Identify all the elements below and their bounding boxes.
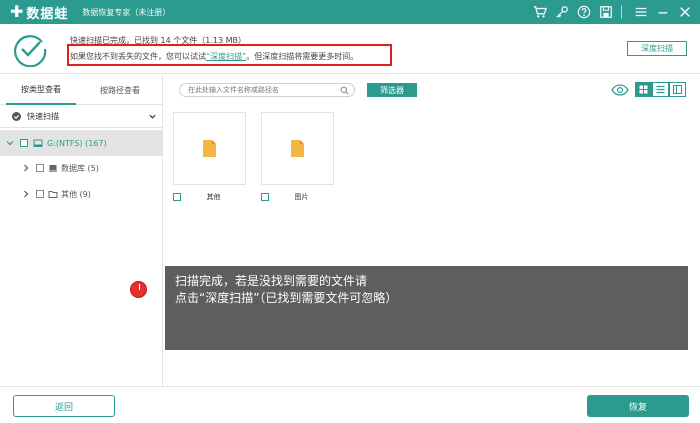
- deep-scan-button[interactable]: 深度扫描: [627, 41, 687, 56]
- menu-icon[interactable]: [632, 3, 650, 21]
- database-icon: [48, 163, 58, 173]
- file-label-images: 图片: [261, 191, 334, 203]
- quick-scan-label: 快速扫描: [27, 112, 59, 121]
- logo-text: 数据蛙: [26, 6, 69, 22]
- help-icon[interactable]: [575, 3, 593, 21]
- close-icon[interactable]: [676, 3, 694, 21]
- tooltip-line-2: 点击“深度扫描”（已找到需要文件可忽略）: [175, 291, 398, 305]
- title-bar: ✚ 数据蛙 数据恢复专家（未注册）: [0, 0, 700, 24]
- app-subtitle: 数据恢复专家（未注册）: [82, 7, 171, 17]
- list-view-button[interactable]: [652, 82, 669, 97]
- database-label: 数据库 (5): [61, 163, 99, 173]
- save-icon[interactable]: [597, 3, 615, 21]
- image-file-icon: [291, 140, 304, 157]
- tooltip-line-1: 扫描完成，若是没找到需要的文件请: [175, 274, 368, 288]
- drive-label: G:(NTFS) (167): [47, 138, 107, 148]
- grid-view-icon: [639, 85, 648, 94]
- key-icon[interactable]: [553, 3, 571, 21]
- drive-icon: [33, 138, 43, 148]
- view-tabs: 按类型查看 按路径查看: [0, 75, 163, 105]
- tab-by-type[interactable]: 按类型查看: [6, 75, 76, 105]
- recover-button[interactable]: 恢复: [587, 395, 689, 417]
- tree-item-database[interactable]: 数据库 (5): [0, 158, 163, 178]
- chevron-right-icon[interactable]: [22, 164, 30, 172]
- file-checkbox-other[interactable]: [173, 193, 181, 201]
- app-logo: ✚ 数据蛙: [10, 3, 68, 22]
- detail-view-icon: [673, 85, 682, 94]
- title-bar-icons: [527, 0, 694, 24]
- title-bar-divider: [621, 5, 622, 19]
- file-label-other: 其他: [173, 191, 246, 203]
- scan-status-area: 快速扫描已完成，已找到 14 个文件（1.13 MB） 如果您找不到丢失的文件，…: [0, 24, 700, 74]
- search-icon[interactable]: [340, 86, 349, 95]
- search-box[interactable]: [179, 83, 355, 97]
- other-checkbox[interactable]: [36, 190, 44, 198]
- database-checkbox[interactable]: [36, 164, 44, 172]
- grid-view-button[interactable]: [635, 82, 652, 97]
- chevron-down-icon[interactable]: [148, 112, 157, 121]
- quick-scan-selector[interactable]: 快速扫描: [0, 106, 163, 128]
- tip-marker-icon: [130, 281, 147, 298]
- minimize-icon[interactable]: [654, 3, 672, 21]
- other-label: 其他 (9): [61, 189, 91, 199]
- file-name-other: 其他: [206, 193, 221, 201]
- file-card-images[interactable]: [261, 112, 334, 185]
- folder-icon: [48, 189, 58, 199]
- file-card-other[interactable]: [173, 112, 246, 185]
- tree-item-other[interactable]: 其他 (9): [0, 184, 163, 204]
- detail-view-button[interactable]: [669, 82, 686, 97]
- hint-highlight-box: [67, 44, 392, 66]
- search-input[interactable]: [188, 86, 338, 94]
- chevron-right-icon[interactable]: [22, 190, 30, 198]
- tab-by-path[interactable]: 按路径查看: [84, 75, 156, 105]
- chevron-expanded-icon[interactable]: [6, 139, 14, 147]
- cart-icon[interactable]: [531, 3, 549, 21]
- scan-complete-check-icon: [14, 35, 47, 67]
- left-panel: 按类型查看 按路径查看 快速扫描 G:(NTFS) (167) 数据库 (5): [0, 75, 163, 386]
- tree-item-drive[interactable]: G:(NTFS) (167): [0, 130, 163, 156]
- drive-checkbox[interactable]: [20, 139, 28, 147]
- logo-plus-icon: ✚: [10, 2, 24, 21]
- guide-tooltip: 扫描完成，若是没找到需要的文件请 点击“深度扫描”（已找到需要文件可忽略）: [165, 266, 688, 350]
- scan-mode-icon: [12, 112, 21, 121]
- file-checkbox-images[interactable]: [261, 193, 269, 201]
- filter-button[interactable]: 筛选器: [367, 83, 417, 97]
- footer-bar: 返回 恢复: [0, 386, 700, 423]
- view-mode-controls: [611, 82, 686, 97]
- eye-icon[interactable]: [611, 83, 629, 97]
- list-view-icon: [656, 85, 665, 94]
- file-name-images: 图片: [294, 193, 309, 201]
- folder-file-icon: [203, 140, 216, 157]
- back-button[interactable]: 返回: [13, 395, 115, 417]
